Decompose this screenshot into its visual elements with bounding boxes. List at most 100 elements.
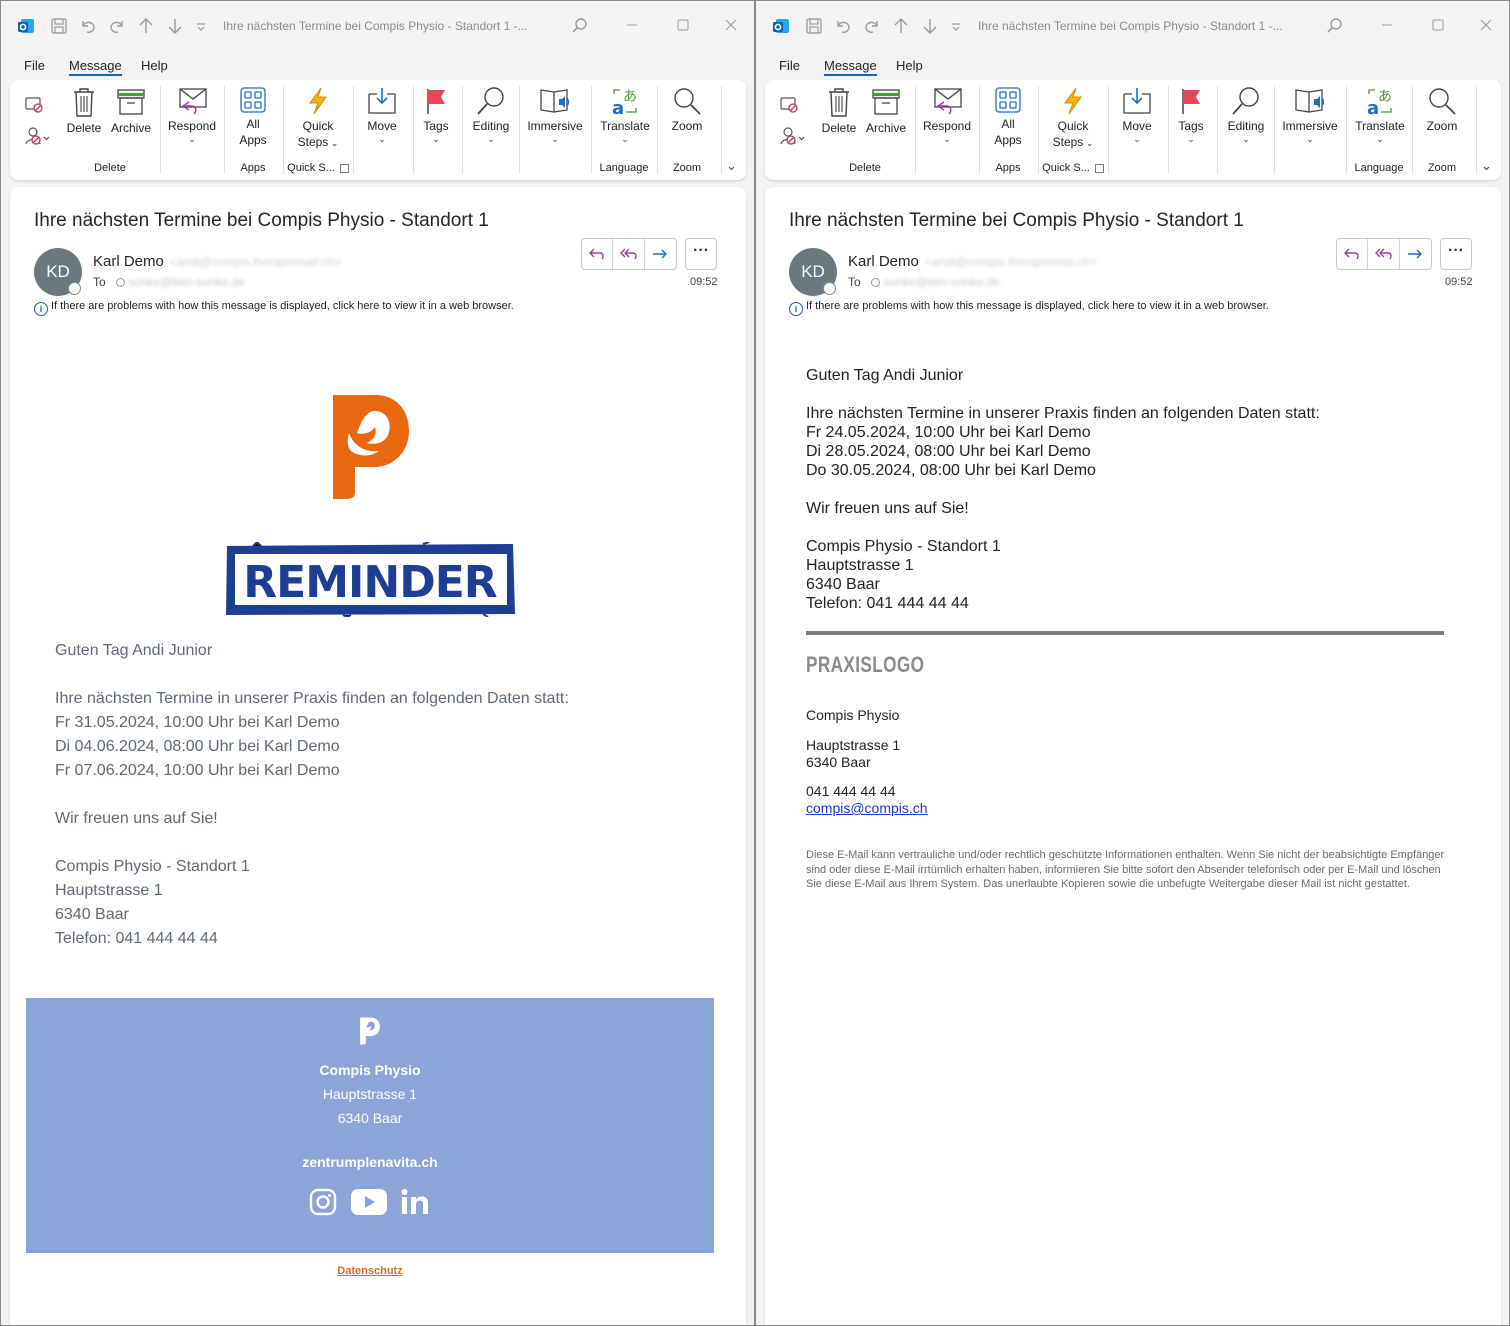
reply-icon: [589, 248, 604, 260]
signature-line: Hauptstrasse 1: [806, 557, 914, 574]
message-time: 09:52: [1445, 276, 1473, 288]
more-actions-button[interactable]: ···: [1440, 238, 1472, 270]
search-icon[interactable]: [571, 17, 589, 35]
archive-button[interactable]: Archive: [862, 86, 910, 136]
instagram-icon[interactable]: [309, 1188, 337, 1216]
recipient-email[interactable]: sonke@bkn-sonke.de: [129, 275, 245, 289]
customize-toolbar-icon[interactable]: [195, 17, 207, 35]
redo-icon[interactable]: [863, 17, 881, 35]
more-actions-button[interactable]: ···: [685, 238, 717, 270]
quick-steps-button[interactable]: Quick Steps ⌄: [1048, 86, 1098, 151]
sender[interactable]: Karl Demo <andi@compis.therapiemail.ch>: [848, 253, 1096, 270]
editing-button[interactable]: Editing ⌄: [468, 86, 514, 144]
editing-button[interactable]: Editing ⌄: [1223, 86, 1269, 144]
zoom-button[interactable]: Zoom: [665, 86, 709, 134]
sig-city: 6340 Baar: [806, 754, 871, 770]
dialog-launcher-icon[interactable]: [1095, 164, 1104, 173]
ribbon-separator: [160, 86, 161, 174]
browser-view-notice[interactable]: i If there are problems with how this mes…: [789, 300, 1269, 316]
minimize-icon[interactable]: [624, 17, 640, 33]
browser-view-notice[interactable]: i If there are problems with how this mes…: [34, 300, 514, 316]
maximize-icon[interactable]: [675, 17, 691, 33]
respond-button[interactable]: Respond ⌄: [165, 86, 219, 144]
ignore-icon[interactable]: [24, 94, 44, 114]
closing: Wir freuen uns auf Sie!: [55, 810, 218, 827]
notice-text: If there are problems with how this mess…: [51, 300, 514, 312]
recipient-email[interactable]: sonke@bkn-sonke.de: [884, 275, 1000, 289]
redo-icon[interactable]: [108, 17, 126, 35]
menu-help[interactable]: Help: [141, 58, 168, 73]
ribbon-separator: [979, 86, 980, 174]
immersive-label: Immersive: [527, 119, 583, 133]
dialog-launcher-icon[interactable]: [340, 164, 349, 173]
reply-all-button[interactable]: [1368, 239, 1400, 269]
respond-button[interactable]: Respond ⌄: [920, 86, 974, 144]
message-time: 09:52: [690, 276, 718, 288]
quick-steps-button[interactable]: Quick Steps ⌄: [293, 86, 343, 151]
menu-help[interactable]: Help: [896, 58, 923, 73]
save-icon[interactable]: [805, 17, 823, 35]
junk-icon[interactable]: [24, 126, 50, 146]
tags-button[interactable]: Tags ⌄: [418, 86, 454, 144]
save-icon[interactable]: [50, 17, 68, 35]
close-icon[interactable]: [723, 17, 739, 33]
search-icon[interactable]: [1326, 17, 1344, 35]
customize-toolbar-icon[interactable]: [950, 17, 962, 35]
junk-icon[interactable]: [779, 126, 805, 146]
sender[interactable]: Karl Demo <andi@compis.therapiemail.ch>: [93, 253, 341, 270]
move-label: Move: [1122, 119, 1152, 133]
zoom-button[interactable]: Zoom: [1420, 86, 1464, 134]
maximize-icon[interactable]: [1430, 17, 1446, 33]
reply-button[interactable]: [582, 239, 614, 269]
move-button[interactable]: Move ⌄: [1117, 86, 1157, 144]
reply-button[interactable]: [1337, 239, 1369, 269]
arrow-down-icon[interactable]: [166, 17, 184, 35]
tags-button[interactable]: Tags ⌄: [1173, 86, 1209, 144]
ribbon-expand-icon[interactable]: ⌄: [1481, 158, 1492, 174]
close-icon[interactable]: [1478, 17, 1494, 33]
ignore-icon[interactable]: [779, 94, 799, 114]
forward-button[interactable]: [645, 239, 676, 269]
footer-website[interactable]: zentrumplenavita.ch: [26, 1154, 714, 1170]
group-label-apps: Apps: [995, 162, 1021, 174]
title-bar: Ihre nächsten Termine bei Compis Physio …: [756, 1, 1509, 51]
linkedin-icon[interactable]: [401, 1189, 429, 1215]
footer-company: Compis Physio: [319, 1062, 421, 1078]
appointment: Fr 07.06.2024, 10:00 Uhr bei Karl Demo: [55, 762, 340, 779]
group-label-quick-steps: Quick S...: [1042, 162, 1090, 174]
undo-icon[interactable]: [79, 17, 97, 35]
minimize-icon[interactable]: [1379, 17, 1395, 33]
translate-button[interactable]: aあ Translate ⌄: [1353, 86, 1407, 144]
reply-all-button[interactable]: [613, 239, 645, 269]
message-subject: Ihre nächsten Termine bei Compis Physio …: [789, 210, 1244, 231]
menu-file[interactable]: File: [24, 58, 45, 73]
menu-file[interactable]: File: [779, 58, 800, 73]
arrow-down-icon[interactable]: [921, 17, 939, 35]
all-apps-button[interactable]: All Apps: [988, 86, 1028, 148]
youtube-icon[interactable]: [351, 1189, 387, 1215]
sender-name: Karl Demo: [848, 253, 919, 270]
translate-button[interactable]: aあ Translate ⌄: [598, 86, 652, 144]
menu-message[interactable]: Message: [824, 58, 877, 76]
arrow-up-icon[interactable]: [892, 17, 910, 35]
immersive-reader-button[interactable]: Immersive ⌄: [524, 86, 586, 144]
undo-icon[interactable]: [834, 17, 852, 35]
menu-message[interactable]: Message: [69, 58, 122, 76]
archive-button[interactable]: Archive: [107, 86, 155, 136]
ribbon-separator: [462, 86, 463, 174]
delete-button[interactable]: Delete: [820, 86, 858, 136]
forward-button[interactable]: [1400, 239, 1431, 269]
email-link[interactable]: compis@compis.ch: [806, 800, 928, 816]
privacy-link[interactable]: Datenschutz: [10, 1265, 730, 1277]
group-label-zoom: Zoom: [1427, 162, 1457, 174]
delete-button[interactable]: Delete: [65, 86, 103, 136]
immersive-reader-button[interactable]: Immersive ⌄: [1279, 86, 1341, 144]
message-pane: Ihre nächsten Termine bei Compis Physio …: [765, 187, 1501, 1325]
ribbon-expand-icon[interactable]: ⌄: [726, 158, 737, 174]
signature-line: Telefon: 041 444 44 44: [806, 595, 969, 612]
sig-phone: 041 444 44 44: [806, 783, 896, 799]
arrow-up-icon[interactable]: [137, 17, 155, 35]
all-apps-button[interactable]: All Apps: [233, 86, 273, 148]
move-button[interactable]: Move ⌄: [362, 86, 402, 144]
